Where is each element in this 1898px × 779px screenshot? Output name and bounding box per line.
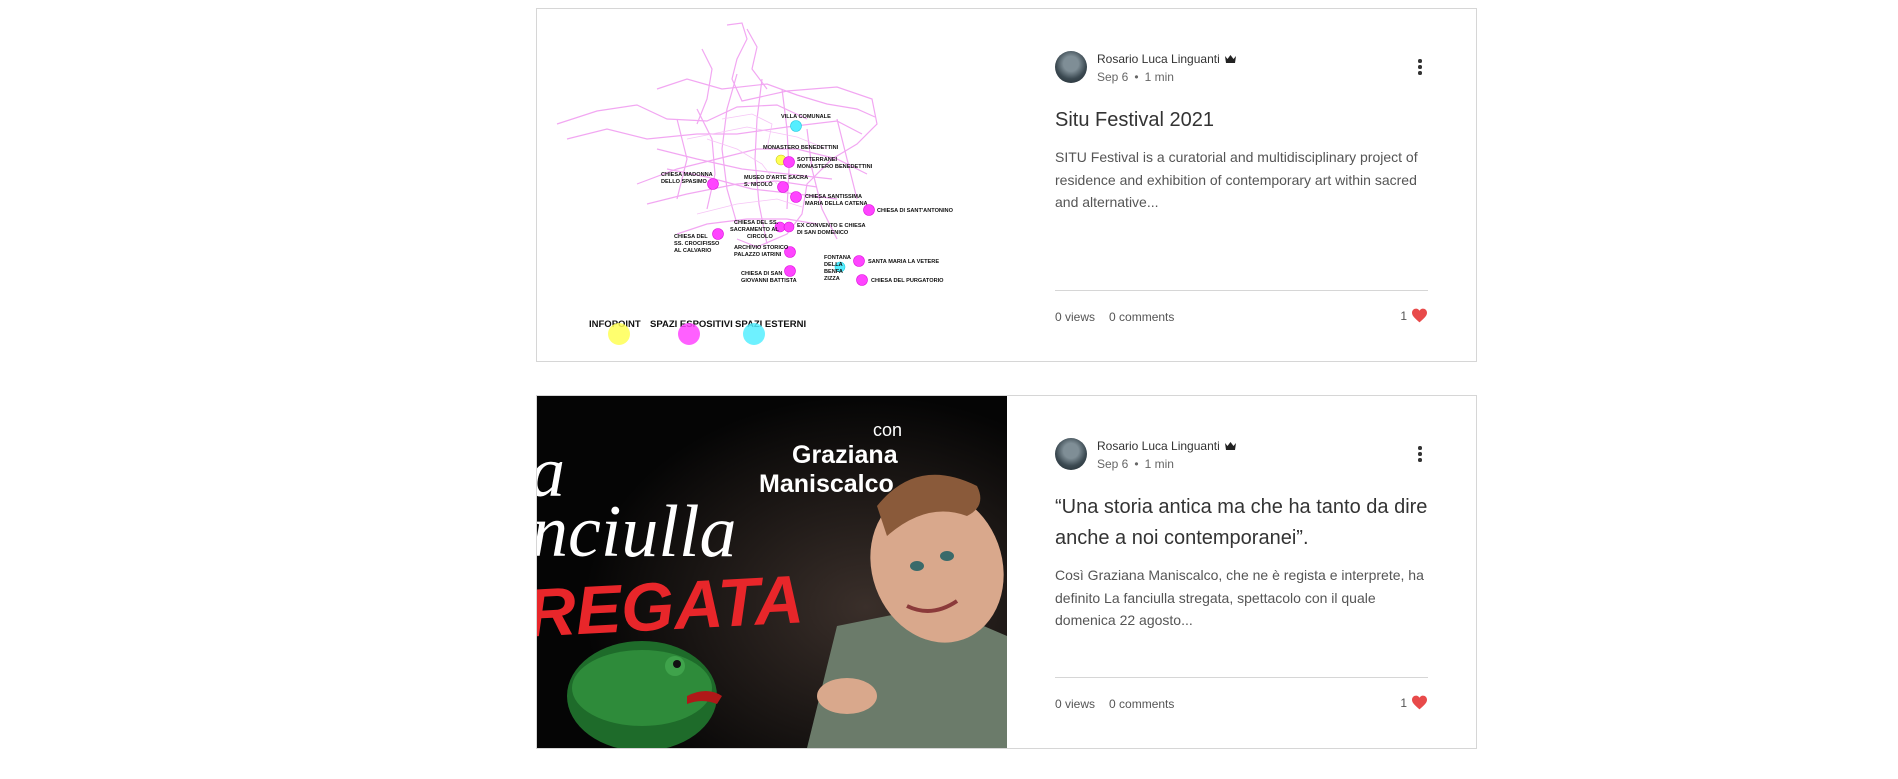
separator-dot: • — [1134, 457, 1139, 471]
author-info: Rosario Luca Linguanti — [1097, 52, 1237, 67]
post-card[interactable]: con Graziana Maniscalco a nciulla REGATA — [536, 395, 1477, 749]
post-stats: 0 views 0 comments — [1055, 310, 1174, 324]
post-title[interactable]: “Una storia antica ma che ha tanto da di… — [1055, 492, 1430, 554]
read-time: 1 min — [1144, 70, 1174, 84]
map-label: CHIESA DEL PURGATORIO — [871, 278, 944, 284]
poster-name-2: Maniscalco — [759, 470, 894, 498]
post-title[interactable]: Situ Festival 2021 — [1055, 105, 1430, 136]
likes-count: 1 — [1400, 695, 1407, 710]
map-label: PALAZZO IATRINI — [734, 252, 782, 258]
map-label: ARCHIVIO STORICO — [734, 245, 789, 251]
map-label: DELLA — [824, 262, 843, 268]
map-label: FONTANA — [824, 255, 851, 261]
author-name[interactable]: Rosario Luca Linguanti — [1097, 439, 1220, 453]
like-button[interactable]: 1 — [1400, 695, 1428, 710]
map-label: VILLA COMUNALE — [781, 114, 831, 120]
map-label: CHIESA DEL — [674, 234, 708, 240]
poster-con: con — [873, 420, 902, 440]
post-meta: Sep 6 • 1 min — [1097, 70, 1174, 84]
author-avatar[interactable] — [1055, 438, 1087, 470]
map-label: MONASTERO BENEDETTINI — [763, 145, 839, 151]
map-label: SOTTERRANEI — [797, 157, 838, 163]
author-info: Rosario Luca Linguanti — [1097, 439, 1237, 454]
post-date: Sep 6 — [1097, 457, 1129, 471]
map-label: BENFA — [824, 269, 843, 275]
map-label: GIOVANNI BATTISTA — [741, 278, 797, 284]
author-name[interactable]: Rosario Luca Linguanti — [1097, 52, 1220, 66]
map-label: SS. CROCIFISSO — [674, 241, 720, 247]
map-label: CHIESA DI SAN — [741, 271, 782, 277]
separator-dot: • — [1134, 70, 1139, 84]
post-date: Sep 6 — [1097, 70, 1129, 84]
comments-count[interactable]: 0 comments — [1109, 697, 1174, 711]
map-label: SANTA MARIA LA VETERE — [868, 259, 939, 265]
post-stats: 0 views 0 comments — [1055, 697, 1174, 711]
blog-feed: VILLA COMUNALE MONASTERO BENEDETTINI SOT… — [0, 0, 1898, 779]
map-label: CHIESA SANTISSIMA — [805, 194, 862, 200]
map-label: S. NICOLÒ — [744, 180, 773, 188]
map-label: EX CONVENTO E CHIESA — [797, 223, 866, 229]
map-label: ZIZZA — [824, 276, 840, 282]
post-card[interactable]: VILLA COMUNALE MONASTERO BENEDETTINI SOT… — [536, 8, 1477, 362]
heart-icon[interactable] — [1411, 695, 1428, 710]
map-label: MONASTERO BENEDETTINI — [797, 164, 873, 170]
map-label: CHIESA MADONNA — [661, 172, 713, 178]
views-count: 0 views — [1055, 697, 1096, 711]
map-label: DELLO SPASIMO — [661, 179, 708, 185]
poster-name-1: Graziana — [792, 441, 899, 469]
map-label: AL CALVARIO — [674, 248, 712, 254]
read-time: 1 min — [1144, 457, 1174, 471]
theatre-poster-image: con Graziana Maniscalco a nciulla REGATA — [537, 396, 1007, 748]
post-excerpt[interactable]: SITU Festival is a curatorial and multid… — [1055, 146, 1430, 214]
likes-count: 1 — [1400, 308, 1407, 323]
poster-title-3: REGATA — [537, 561, 805, 651]
divider — [1055, 290, 1428, 291]
more-vertical-icon[interactable] — [1412, 57, 1428, 77]
more-vertical-icon[interactable] — [1412, 444, 1428, 464]
map-label: CIRCOLO — [747, 234, 773, 240]
heart-icon[interactable] — [1411, 308, 1428, 323]
views-count: 0 views — [1055, 310, 1096, 324]
map-label: MARIA DELLA CATENA — [805, 201, 868, 207]
like-button[interactable]: 1 — [1400, 308, 1428, 323]
map-label: MUSEO D'ARTE SACRA — [744, 175, 808, 181]
crown-icon — [1224, 53, 1237, 67]
divider — [1055, 677, 1428, 678]
post-excerpt[interactable]: Così Graziana Maniscalco, che ne è regis… — [1055, 564, 1430, 632]
comments-count[interactable]: 0 comments — [1109, 310, 1174, 324]
crown-icon — [1224, 440, 1237, 454]
map-label: DI SAN DOMENICO — [797, 230, 849, 236]
post-body: Rosario Luca Linguanti Sep 6 • 1 min “Una … — [1055, 396, 1428, 748]
festival-map-image: VILLA COMUNALE MONASTERO BENEDETTINI SOT… — [537, 9, 1007, 361]
map-label: CHIESA DI SANT'ANTONINO — [877, 208, 954, 214]
map-label: CHIESA DEL SS. — [734, 220, 779, 226]
map-label: SACRAMENTO AL — [730, 227, 779, 233]
poster-title-2: nciulla — [537, 491, 737, 573]
post-cover-image[interactable]: VILLA COMUNALE MONASTERO BENEDETTINI SOT… — [537, 9, 1007, 361]
post-cover-image[interactable]: con Graziana Maniscalco a nciulla REGATA — [537, 396, 1007, 748]
post-meta: Sep 6 • 1 min — [1097, 457, 1174, 471]
post-body: Rosario Luca Linguanti Sep 6 • 1 min Situ … — [1055, 9, 1428, 361]
author-avatar[interactable] — [1055, 51, 1087, 83]
